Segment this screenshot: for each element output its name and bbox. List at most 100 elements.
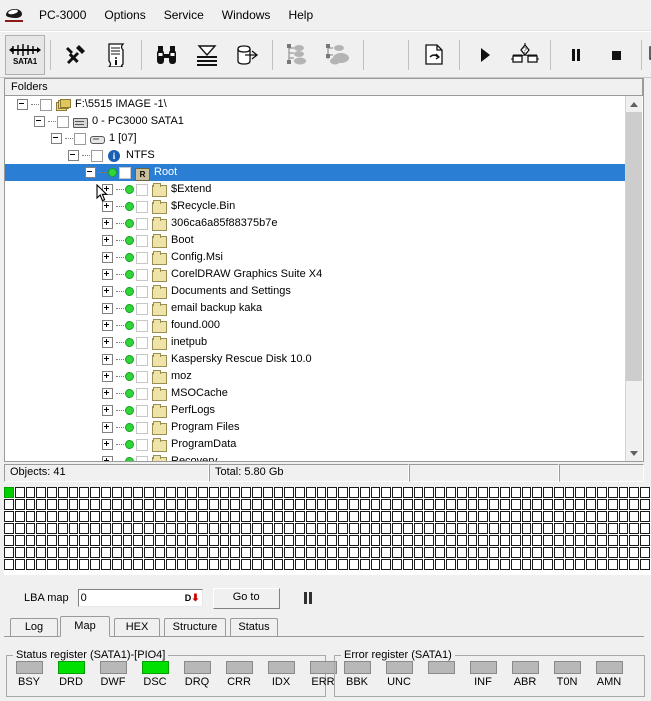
- map-cell-free[interactable]: [414, 523, 424, 534]
- tree-checkbox[interactable]: [136, 354, 148, 366]
- map-cell-free[interactable]: [522, 511, 532, 522]
- map-cell-free[interactable]: [209, 499, 219, 510]
- map-cell-free[interactable]: [338, 547, 348, 558]
- map-cell-free[interactable]: [69, 535, 79, 546]
- map-cell-free[interactable]: [198, 499, 208, 510]
- map-cell-free[interactable]: [381, 559, 391, 570]
- map-cell-free[interactable]: [349, 487, 359, 498]
- tree-row[interactable]: Program Files: [5, 419, 627, 436]
- map-cell-free[interactable]: [435, 559, 445, 570]
- goto-button[interactable]: Go to: [213, 588, 280, 609]
- tree-checkbox[interactable]: [119, 167, 131, 179]
- map-cell-free[interactable]: [608, 535, 618, 546]
- tree-vertical-scrollbar[interactable]: [625, 96, 642, 461]
- menu-item-service[interactable]: Service: [155, 4, 213, 26]
- map-cell-free[interactable]: [446, 547, 456, 558]
- map-cell-free[interactable]: [26, 511, 36, 522]
- map-cell-free[interactable]: [144, 487, 154, 498]
- map-cell-free[interactable]: [317, 511, 327, 522]
- map-cell-free[interactable]: [489, 523, 499, 534]
- tree-checkbox[interactable]: [136, 422, 148, 434]
- map-cell-free[interactable]: [220, 511, 230, 522]
- folder-tree[interactable]: F:\5515 IMAGE -1\0 - PC3000 SATA11 [07]i…: [5, 96, 627, 461]
- tree-checkbox[interactable]: [136, 388, 148, 400]
- map-cell-free[interactable]: [597, 523, 607, 534]
- map-cell-free[interactable]: [133, 487, 143, 498]
- map-cell-free[interactable]: [640, 535, 650, 546]
- tree-checkbox[interactable]: [136, 218, 148, 230]
- map-cell-free[interactable]: [26, 559, 36, 570]
- map-cell-free[interactable]: [468, 535, 478, 546]
- map-cell-free[interactable]: [4, 499, 14, 510]
- map-cell-free[interactable]: [220, 559, 230, 570]
- map-cell-free[interactable]: [349, 535, 359, 546]
- map-cell-free[interactable]: [608, 559, 618, 570]
- tree-checkbox[interactable]: [136, 303, 148, 315]
- tree-checkbox[interactable]: [136, 235, 148, 247]
- map-cell-free[interactable]: [306, 511, 316, 522]
- map-cell-free[interactable]: [414, 559, 424, 570]
- map-cell-free[interactable]: [608, 499, 618, 510]
- map-cell-free[interactable]: [123, 559, 133, 570]
- map-cell-free[interactable]: [15, 523, 25, 534]
- tree-checkbox[interactable]: [136, 405, 148, 417]
- map-cell-free[interactable]: [306, 535, 316, 546]
- map-cell-free[interactable]: [220, 499, 230, 510]
- map-cell-free[interactable]: [597, 499, 607, 510]
- map-cell-free[interactable]: [392, 547, 402, 558]
- map-cell-free[interactable]: [338, 511, 348, 522]
- map-cell-free[interactable]: [575, 547, 585, 558]
- tree-row[interactable]: Kaspersky Rescue Disk 10.0: [5, 351, 627, 368]
- map-cell-free[interactable]: [47, 499, 57, 510]
- map-cell-free[interactable]: [327, 499, 337, 510]
- tree-expander-plus-icon[interactable]: [102, 269, 113, 280]
- map-cell-free[interactable]: [619, 487, 629, 498]
- map-cell-free[interactable]: [101, 523, 111, 534]
- map-cell-free[interactable]: [371, 523, 381, 534]
- map-cell-free[interactable]: [112, 499, 122, 510]
- map-cell-free[interactable]: [69, 487, 79, 498]
- map-cell-free[interactable]: [284, 487, 294, 498]
- map-cell-free[interactable]: [414, 547, 424, 558]
- map-cell-free[interactable]: [575, 559, 585, 570]
- map-cell-free[interactable]: [15, 511, 25, 522]
- tree-expander-plus-icon[interactable]: [102, 184, 113, 195]
- map-cell-free[interactable]: [522, 547, 532, 558]
- map-cell-free[interactable]: [446, 511, 456, 522]
- map-cell-free[interactable]: [565, 523, 575, 534]
- map-cell-free[interactable]: [457, 547, 467, 558]
- map-cell-free[interactable]: [489, 535, 499, 546]
- map-cell-free[interactable]: [101, 487, 111, 498]
- tree-expander-plus-icon[interactable]: [102, 422, 113, 433]
- map-cell-free[interactable]: [608, 523, 618, 534]
- map-cell-free[interactable]: [500, 499, 510, 510]
- map-cell-free[interactable]: [306, 523, 316, 534]
- map-cell-free[interactable]: [47, 511, 57, 522]
- map-cell-free[interactable]: [36, 487, 46, 498]
- map-cell-free[interactable]: [360, 487, 370, 498]
- tree-checkbox[interactable]: [136, 456, 148, 462]
- map-cell-free[interactable]: [349, 547, 359, 558]
- tree-checkbox[interactable]: [136, 184, 148, 196]
- map-cell-free[interactable]: [500, 535, 510, 546]
- map-cell-free[interactable]: [554, 559, 564, 570]
- map-cell-free[interactable]: [468, 499, 478, 510]
- map-cell-free[interactable]: [47, 523, 57, 534]
- map-scan-button[interactable]: ?: [505, 36, 545, 74]
- map-cell-free[interactable]: [252, 487, 262, 498]
- map-cell-free[interactable]: [381, 547, 391, 558]
- sata1-port-button[interactable]: SATA1: [5, 35, 45, 75]
- map-cell-free[interactable]: [47, 535, 57, 546]
- map-cell-free[interactable]: [58, 535, 68, 546]
- map-cell-free[interactable]: [435, 487, 445, 498]
- map-cell-free[interactable]: [522, 499, 532, 510]
- map-cell-free[interactable]: [565, 559, 575, 570]
- map-cell-free[interactable]: [144, 523, 154, 534]
- tree-expander-plus-icon[interactable]: [102, 320, 113, 331]
- map-cell-free[interactable]: [166, 523, 176, 534]
- map-cell-free[interactable]: [608, 487, 618, 498]
- map-cell-free[interactable]: [640, 499, 650, 510]
- tree-row[interactable]: Config.Msi: [5, 249, 627, 266]
- map-cell-free[interactable]: [543, 487, 553, 498]
- map-cell-free[interactable]: [338, 535, 348, 546]
